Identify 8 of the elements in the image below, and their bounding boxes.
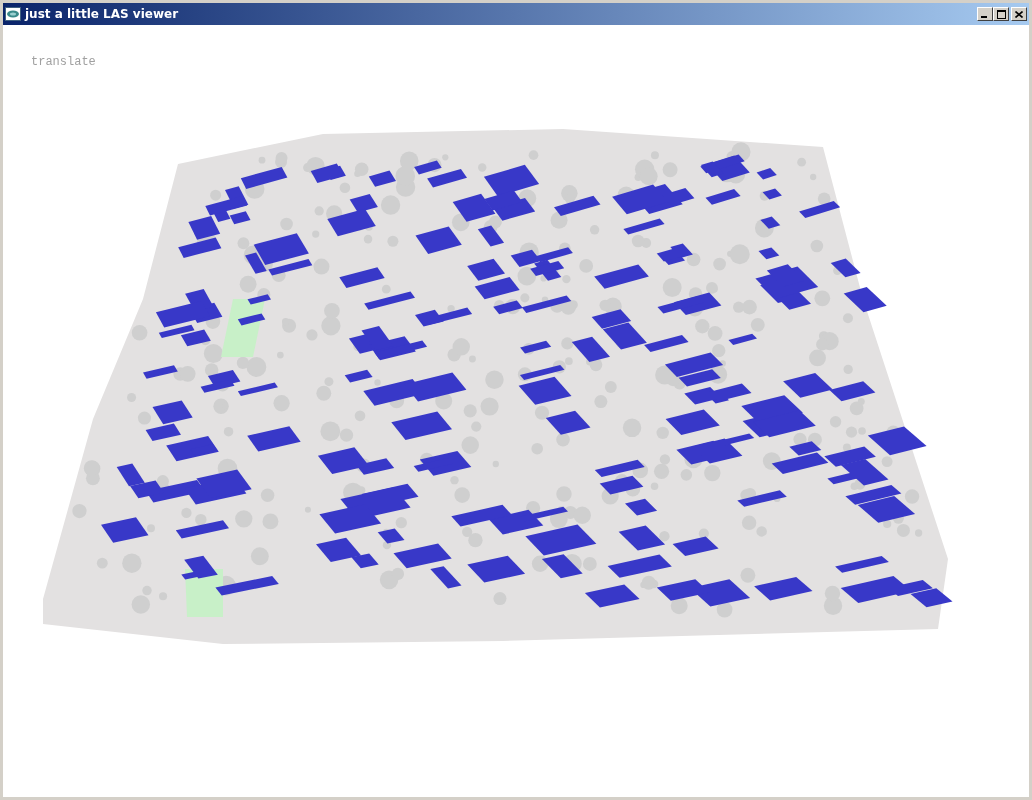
close-icon — [1015, 10, 1023, 18]
maximize-button[interactable] — [993, 7, 1009, 21]
close-button[interactable] — [1011, 7, 1027, 21]
app-icon — [5, 7, 21, 21]
maximize-icon — [996, 9, 1006, 19]
window-title: just a little LAS viewer — [25, 7, 179, 21]
mode-label: translate — [31, 55, 96, 69]
minimize-button[interactable] — [977, 7, 993, 21]
